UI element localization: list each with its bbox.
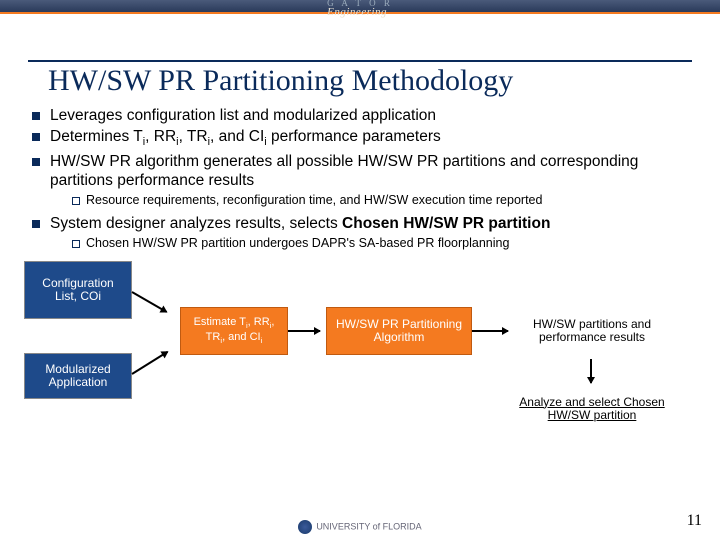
- title-rule: [28, 60, 692, 62]
- arrow-1: [132, 292, 168, 314]
- flow-diagram: Configuration List, COi Modularized Appl…: [24, 261, 704, 441]
- bullet-1: Leverages configuration list and modular…: [24, 106, 704, 125]
- seal-icon: [298, 520, 312, 534]
- bullet-4-sub: Chosen HW/SW PR partition undergoes DAPR…: [50, 236, 704, 252]
- bullet-3-sub: Resource requirements, reconfiguration t…: [50, 193, 704, 209]
- bullet-4: System designer analyzes results, select…: [24, 214, 704, 251]
- box-results: HW/SW partitions and performance results: [514, 307, 670, 355]
- box-config: Configuration List, COi: [24, 261, 132, 319]
- box-modapp: Modularized Application: [24, 353, 132, 399]
- arrow-3: [288, 330, 320, 332]
- slide-title: HW/SW PR Partitioning Methodology: [48, 64, 692, 98]
- arrow-5: [590, 359, 592, 383]
- arrow-2: [131, 351, 168, 375]
- arrow-4: [472, 330, 508, 332]
- bullet-2: Determines Ti, RRi, TRi, and CIi perform…: [24, 127, 704, 150]
- footer: UNIVERSITY of FLORIDA: [0, 520, 720, 534]
- box-hwsw-alg: HW/SW PR Partitioning Algorithm: [326, 307, 472, 355]
- header-logo: G A T O R Engineering: [327, 0, 393, 18]
- content-area: Leverages configuration list and modular…: [24, 106, 704, 251]
- page-number: 11: [687, 512, 702, 530]
- bullet-3: HW/SW PR algorithm generates all possibl…: [24, 152, 704, 208]
- box-analyze: Analyze and select Chosen HW/SW partitio…: [494, 389, 690, 429]
- box-estimate: Estimate Ti, RRi, TRi, and CIi: [180, 307, 288, 355]
